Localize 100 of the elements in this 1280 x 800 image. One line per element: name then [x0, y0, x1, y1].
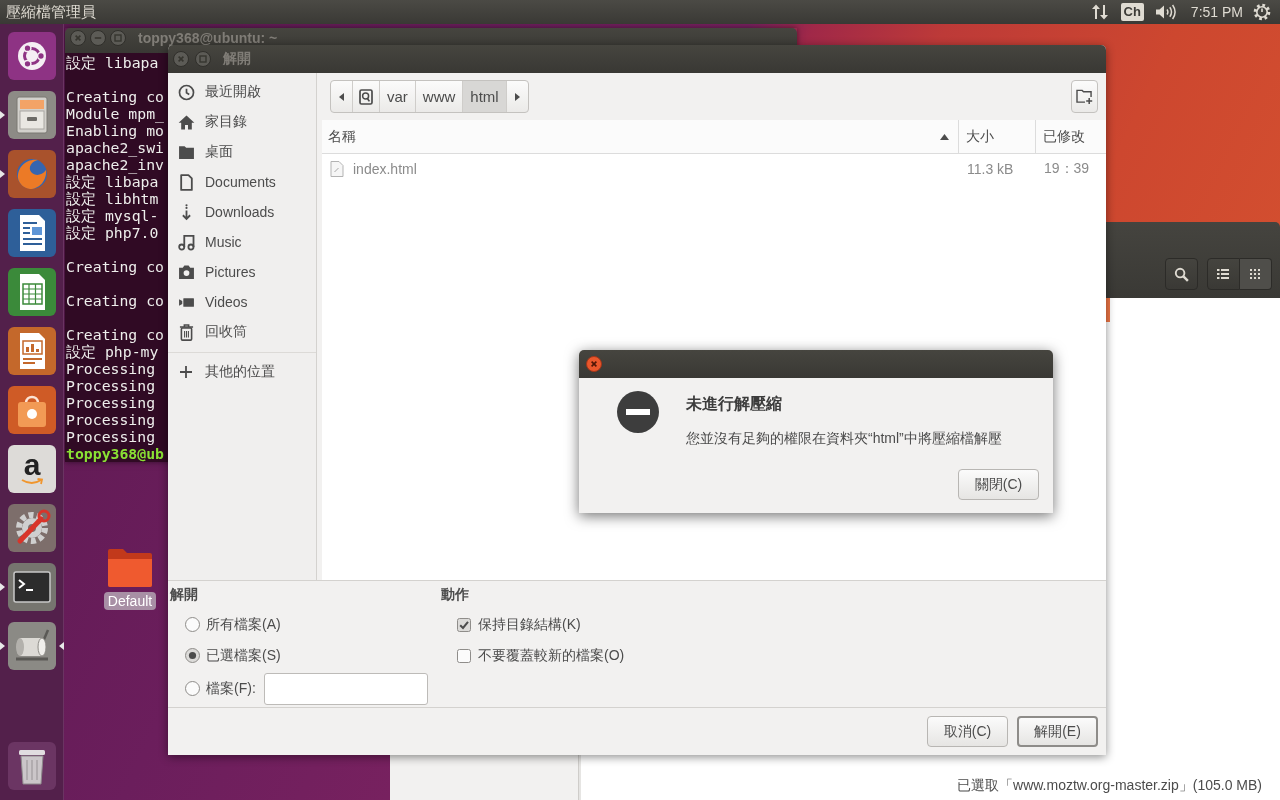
- column-header[interactable]: 已修改: [1035, 120, 1106, 153]
- close-button[interactable]: [586, 356, 602, 372]
- focus-indicator-icon: [59, 642, 64, 650]
- slide-document-icon[interactable]: [8, 327, 56, 375]
- terminal-line: apache2_inv: [66, 156, 164, 173]
- roller-icon[interactable]: [8, 622, 56, 670]
- gear-wrench-icon[interactable]: [8, 504, 56, 552]
- dialog-button[interactable]: 取消(C): [927, 716, 1008, 747]
- radio-option[interactable]: 所有檔案(A): [185, 615, 281, 634]
- folder-plus-icon: [1076, 89, 1093, 104]
- caret-right-icon: [514, 92, 520, 101]
- file-icon: [330, 160, 344, 177]
- terminal-line: Enabling mo: [66, 122, 164, 139]
- window-title: 解開: [223, 50, 251, 68]
- clock[interactable]: 7:51 PM: [1190, 3, 1243, 21]
- list-icon: [1217, 269, 1230, 279]
- sidebar-item[interactable]: 其他的位置: [168, 357, 316, 387]
- terminal-line: Processing: [66, 377, 156, 394]
- terminal-line: Processing: [66, 411, 156, 428]
- path-button[interactable]: html: [462, 81, 506, 112]
- terminal-line: 設定 mysql-: [66, 207, 159, 224]
- file-cabinet-icon[interactable]: [8, 91, 56, 139]
- sidebar-item[interactable]: 家目錄: [168, 107, 316, 137]
- shopping-bag-icon[interactable]: [8, 386, 56, 434]
- keyboard-indicator[interactable]: Ch: [1120, 3, 1144, 21]
- file-size: 11.3 kB: [967, 160, 1014, 177]
- gear-icon[interactable]: [1253, 3, 1271, 21]
- running-indicator-icon: [0, 642, 5, 650]
- view-toggle-button[interactable]: [1207, 258, 1240, 290]
- error-message: 您並沒有足夠的權限在資料夾“html”中將壓縮檔解壓: [686, 429, 1002, 448]
- running-indicator-icon: [0, 170, 5, 178]
- prompt-line: toppy368@ub: [66, 445, 164, 462]
- file-modified: 19：39: [1044, 159, 1090, 176]
- running-indicator-icon: [0, 111, 5, 119]
- sidebar-item[interactable]: 桌面: [168, 137, 316, 167]
- grid-icon: [1250, 269, 1261, 279]
- launcher-button[interactable]: a: [8, 445, 56, 493]
- document-icon: [178, 173, 195, 191]
- new-folder-button[interactable]: [1071, 80, 1098, 113]
- terminal-line: 設定 php7.0: [66, 224, 159, 241]
- pattern-field[interactable]: [263, 672, 428, 705]
- terminal-line: Processing: [66, 360, 156, 377]
- window-title: toppy368@ubuntu: ~: [138, 30, 278, 46]
- text-document-icon[interactable]: [8, 209, 56, 257]
- sidebar-item[interactable]: Music: [168, 227, 316, 257]
- terminal-line: Processing: [66, 394, 156, 411]
- terminal-icon[interactable]: [8, 563, 56, 611]
- radio-option[interactable]: 檔案(F):: [185, 679, 256, 698]
- sidebar-item[interactable]: 回收筒: [168, 317, 316, 347]
- checkbox-option[interactable]: 保持目錄結構(K): [457, 615, 581, 634]
- column-header[interactable]: 大小: [958, 120, 1035, 153]
- search-button[interactable]: [1165, 258, 1198, 290]
- camera-icon: [178, 263, 195, 281]
- checkbox-option[interactable]: 不要覆蓋較新的檔案(O): [457, 646, 625, 665]
- terminal-line: 設定 libapa: [66, 173, 159, 190]
- radio-button[interactable]: [185, 617, 200, 632]
- spreadsheet-icon[interactable]: [8, 268, 56, 316]
- radio-button[interactable]: [185, 681, 200, 696]
- house-icon: [178, 113, 195, 131]
- plus-icon: [180, 366, 192, 378]
- close-dialog-button[interactable]: 關閉(C): [958, 469, 1039, 500]
- trash-icon[interactable]: [8, 742, 56, 790]
- column-header[interactable]: 名稱: [322, 120, 958, 153]
- terminal-line: Processing: [66, 428, 156, 445]
- sidebar-item[interactable]: Videos: [168, 287, 316, 317]
- sidebar-item[interactable]: Pictures: [168, 257, 316, 287]
- path-button[interactable]: var: [379, 81, 415, 112]
- folder-icon: [178, 143, 195, 161]
- radio-option[interactable]: 已選檔案(S): [185, 646, 281, 665]
- up-down-arrows-icon[interactable]: [1090, 3, 1109, 21]
- clock-icon: [178, 83, 195, 101]
- sort-arrow-icon: [940, 133, 949, 140]
- terminal-line: 設定 libhtm: [66, 190, 159, 207]
- error-heading: 未進行解壓縮: [686, 394, 782, 414]
- sidebar-item[interactable]: 最近開啟: [168, 77, 316, 107]
- checkbox[interactable]: [457, 648, 471, 663]
- terminal-line: Creating co: [66, 258, 164, 275]
- terminal-line: 設定 php-my: [66, 343, 159, 360]
- terminal-line: Creating co: [66, 88, 164, 105]
- terminal-line: Creating co: [66, 326, 164, 343]
- speaker-icon[interactable]: [1154, 3, 1177, 21]
- caret-left-icon: [339, 92, 344, 101]
- smile-arrow-icon: [20, 478, 44, 486]
- running-indicator-icon: [0, 583, 5, 591]
- dialog-button[interactable]: 解開(E): [1017, 716, 1098, 747]
- terminal-line: apache2_swi: [66, 139, 164, 156]
- section-heading: 動作: [441, 586, 469, 603]
- app-title: 壓縮檔管理員: [6, 3, 96, 21]
- status-text: 已選取「www.moztw.org-master.zip」(105.0 MB): [957, 777, 1262, 795]
- checkbox[interactable]: [457, 617, 471, 632]
- sidebar-item[interactable]: Downloads: [168, 197, 316, 227]
- sidebar-item[interactable]: Documents: [168, 167, 316, 197]
- section-heading: 解開: [170, 586, 198, 603]
- trash-icon: [178, 323, 195, 341]
- terminal-line: Creating co: [66, 292, 164, 309]
- radio-button[interactable]: [185, 648, 200, 663]
- ring-logo-icon[interactable]: [8, 32, 56, 80]
- view-toggle-button[interactable]: [1239, 258, 1272, 290]
- search-icon: [1174, 266, 1189, 282]
- drive-icon: [359, 88, 373, 105]
